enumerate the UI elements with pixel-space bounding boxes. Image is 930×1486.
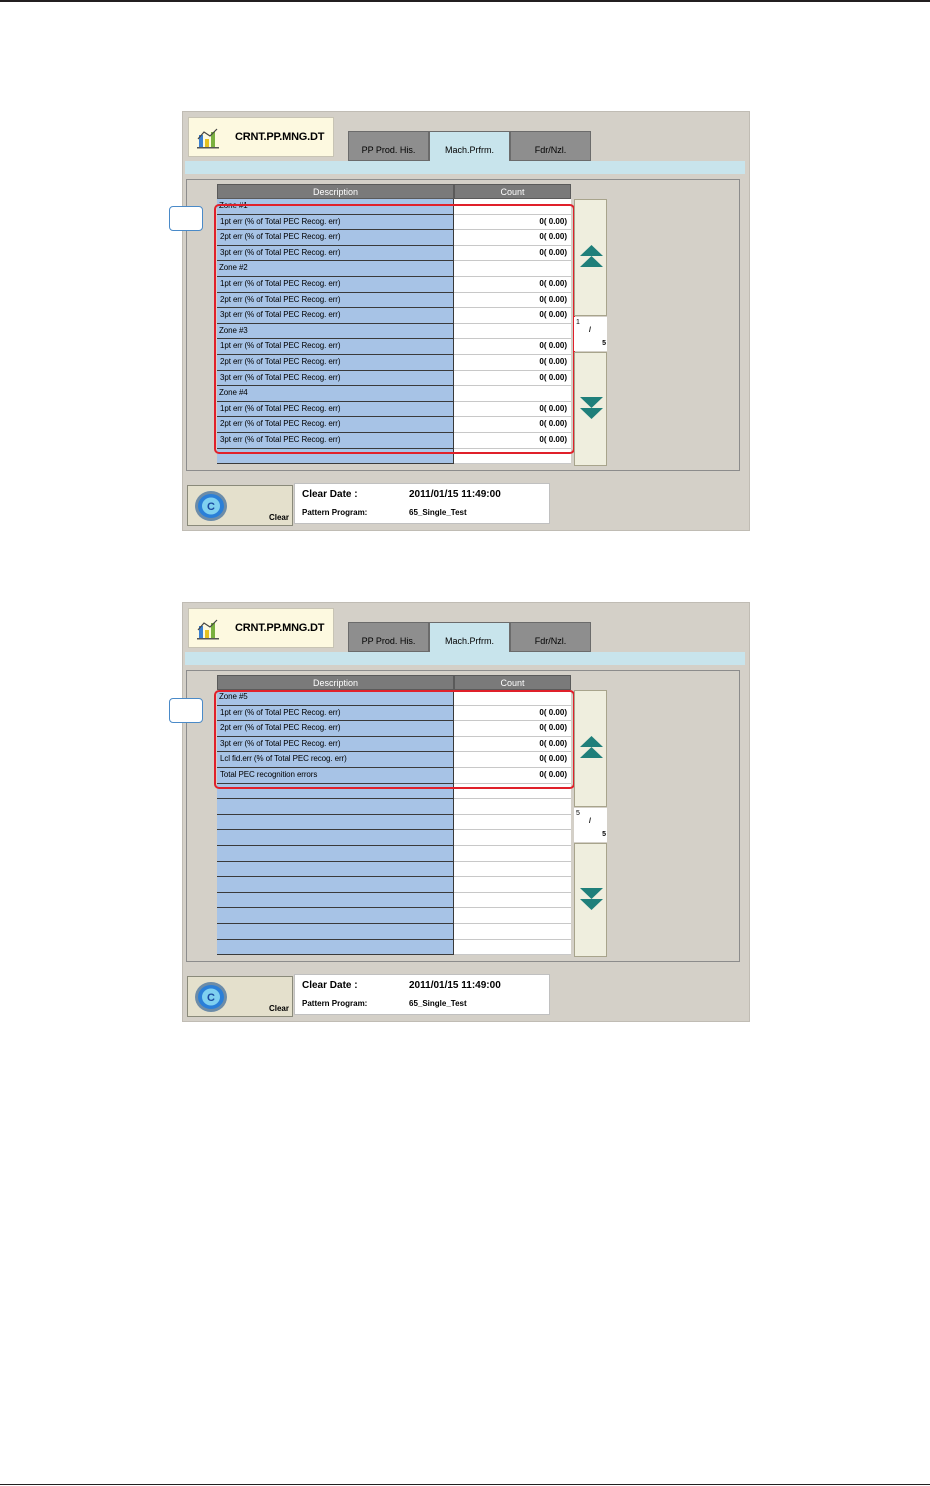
table-row <box>217 830 572 846</box>
row-description <box>217 892 454 909</box>
clear-date-label: Clear Date : <box>302 489 358 500</box>
pattern-program-value: 65_Single_Test <box>409 999 467 1008</box>
tab-strip <box>185 652 745 665</box>
tab-mach-prfrm[interactable]: Mach.Prfrm. <box>429 131 510 162</box>
table-header: Description Count <box>217 675 572 690</box>
table-row <box>217 845 572 862</box>
screen-title-box: CRNT.PP.MNG.DT <box>188 608 334 648</box>
clear-info-box: Clear Date : 2011/01/15 11:49:00 Pattern… <box>294 974 550 1015</box>
scroll-up-icon <box>580 736 603 758</box>
svg-text:C: C <box>207 501 215 513</box>
header-count: Count <box>454 675 571 690</box>
row-count <box>454 799 571 815</box>
scroll-down-icon <box>580 888 603 910</box>
table-row <box>217 799 572 815</box>
row-count <box>454 939 571 956</box>
clear-button[interactable]: C Clear <box>187 485 293 526</box>
row-description <box>217 908 454 924</box>
table-row <box>217 908 572 924</box>
page-current: 1 <box>576 319 580 326</box>
highlight-frame <box>214 690 575 789</box>
chart-icon <box>197 128 219 149</box>
page-indicator: 1 / 5 <box>574 317 607 351</box>
header-description: Description <box>217 184 454 199</box>
page-current: 5 <box>576 810 580 817</box>
table-row <box>217 814 572 831</box>
scroll-up-icon <box>580 245 603 267</box>
page-separator: / <box>589 818 591 825</box>
clear-icon: C <box>195 491 227 521</box>
row-description <box>217 799 454 815</box>
clear-icon: C <box>195 982 227 1012</box>
table-row <box>217 939 572 956</box>
row-description <box>217 923 454 940</box>
tab-fdr-nzl[interactable]: Fdr/Nzl. <box>510 622 591 652</box>
table-row <box>217 861 572 878</box>
screen-title: CRNT.PP.MNG.DT <box>235 131 325 143</box>
chart-icon <box>197 619 219 640</box>
row-count <box>454 814 571 831</box>
clear-button-label: Clear <box>268 513 289 522</box>
screen-title: CRNT.PP.MNG.DT <box>235 622 325 634</box>
row-description <box>217 814 454 831</box>
row-count <box>454 830 571 846</box>
page-top-rule <box>0 0 930 2</box>
row-count <box>454 892 571 909</box>
clear-date-label: Clear Date : <box>302 980 358 991</box>
screen-title-box: CRNT.PP.MNG.DT <box>188 117 334 157</box>
row-description <box>217 830 454 846</box>
machine-performance-screen-2: CRNT.PP.MNG.DT PP Prod. His. Mach.Prfrm.… <box>169 602 750 1022</box>
row-description <box>217 939 454 956</box>
clear-button-label: Clear <box>268 1004 289 1013</box>
pattern-program-value: 65_Single_Test <box>409 508 467 517</box>
row-count <box>454 861 571 878</box>
clear-date-value: 2011/01/15 11:49:00 <box>409 980 501 991</box>
row-count <box>454 845 571 862</box>
page-total: 5 <box>602 831 606 838</box>
row-description <box>217 861 454 878</box>
pattern-program-label: Pattern Program: <box>302 999 368 1008</box>
clear-button[interactable]: C Clear <box>187 976 293 1017</box>
scroll-down-button[interactable] <box>574 352 607 466</box>
scroll-down-icon <box>580 397 603 419</box>
scroll-down-button[interactable] <box>574 843 607 957</box>
page-total: 5 <box>602 340 606 347</box>
callout-marker <box>169 698 203 723</box>
tab-pp-prod-his[interactable]: PP Prod. His. <box>348 622 429 652</box>
scroll-up-button[interactable] <box>574 690 607 807</box>
tab-pp-prod-his[interactable]: PP Prod. His. <box>348 131 429 161</box>
header-count: Count <box>454 184 571 199</box>
page-bottom-rule <box>0 1484 930 1485</box>
pattern-program-label: Pattern Program: <box>302 508 368 517</box>
scroll-up-button[interactable] <box>574 199 607 316</box>
table-header: Description Count <box>217 184 572 199</box>
row-count <box>454 908 571 924</box>
table-row <box>217 892 572 909</box>
clear-info-box: Clear Date : 2011/01/15 11:49:00 Pattern… <box>294 483 550 524</box>
row-count <box>454 923 571 940</box>
page-indicator: 5 / 5 <box>574 808 607 842</box>
svg-text:C: C <box>207 992 215 1004</box>
header-description: Description <box>217 675 454 690</box>
row-description <box>217 877 454 893</box>
row-count <box>454 877 571 893</box>
row-description <box>217 845 454 862</box>
clear-date-value: 2011/01/15 11:49:00 <box>409 489 501 500</box>
page-separator: / <box>589 327 591 334</box>
tab-strip <box>185 161 745 174</box>
highlight-frame <box>214 204 575 454</box>
callout-marker <box>169 206 203 231</box>
tab-mach-prfrm[interactable]: Mach.Prfrm. <box>429 622 510 653</box>
machine-performance-screen-1: CRNT.PP.MNG.DT PP Prod. His. Mach.Prfrm.… <box>169 111 750 531</box>
table-row <box>217 923 572 940</box>
tab-fdr-nzl[interactable]: Fdr/Nzl. <box>510 131 591 161</box>
table-row <box>217 877 572 893</box>
